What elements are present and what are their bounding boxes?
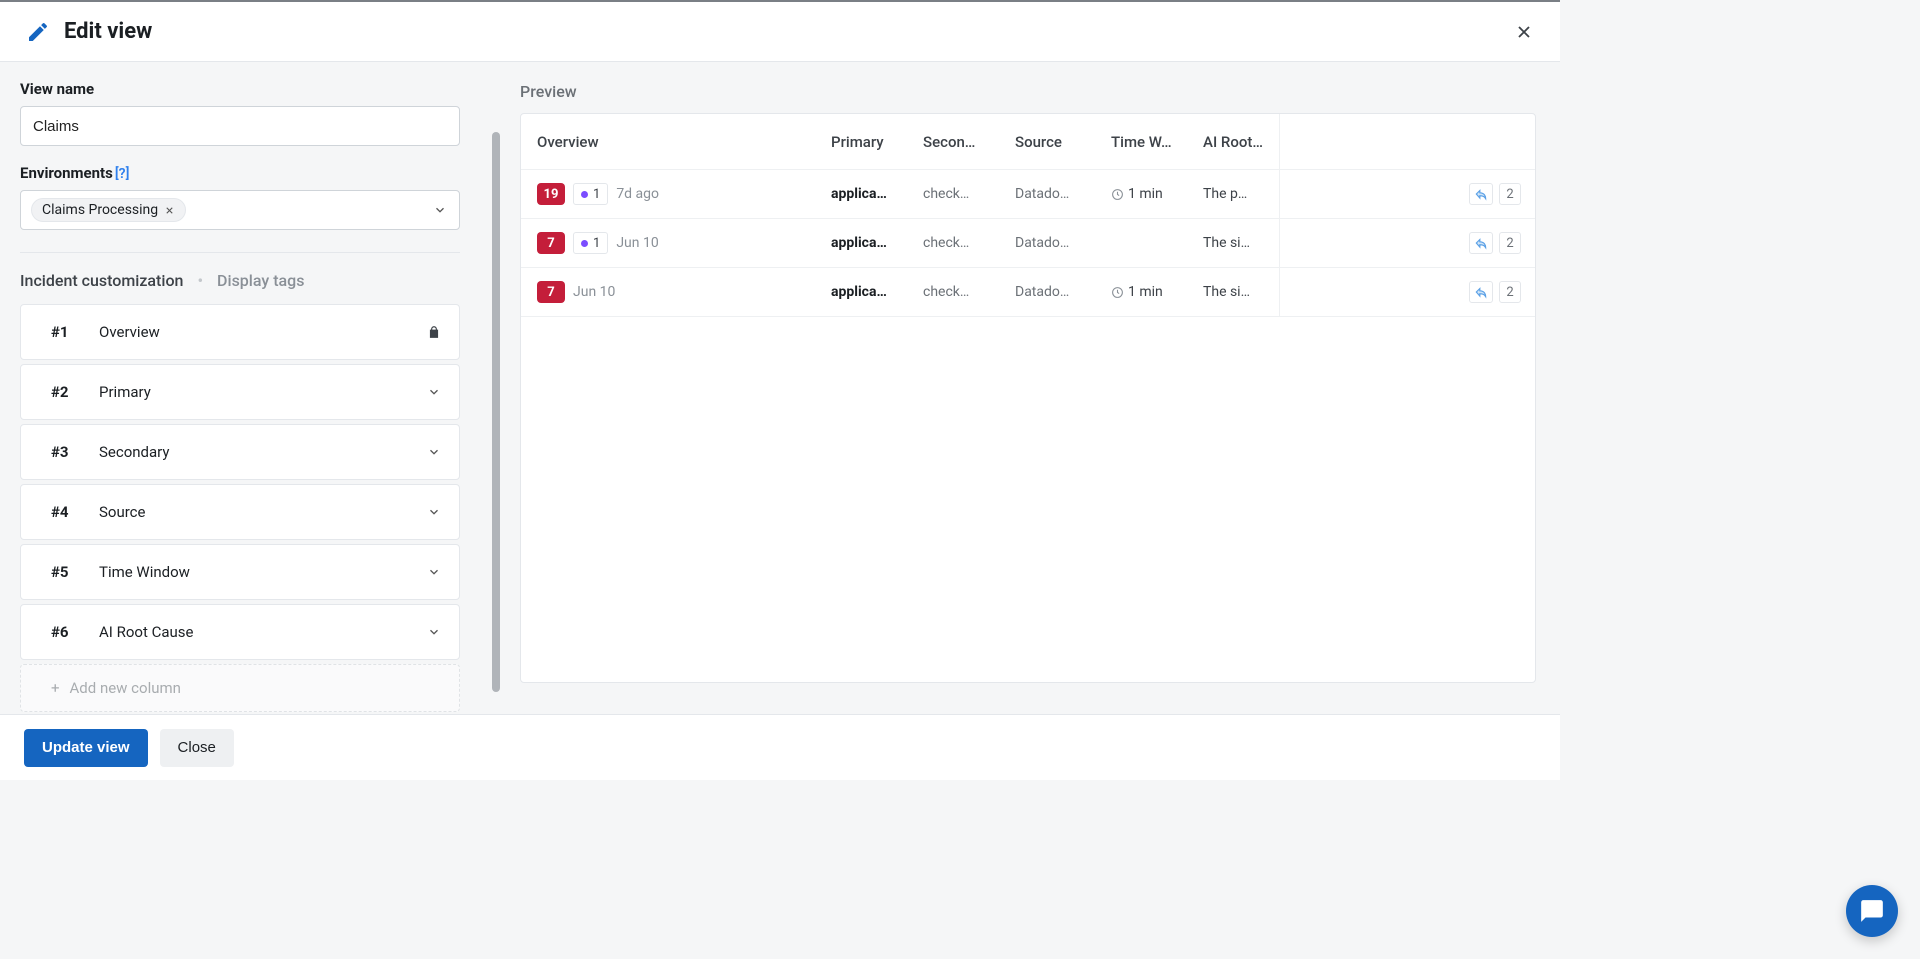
help-icon[interactable]: [?]	[115, 166, 130, 182]
relative-time: Jun 10	[573, 284, 615, 300]
share-button[interactable]	[1469, 232, 1493, 254]
clock-icon	[1111, 188, 1124, 201]
tab-incident-customization[interactable]: Incident customization	[20, 271, 183, 290]
environments-label: Environments[?]	[20, 164, 480, 182]
chevron-down-icon	[427, 385, 441, 399]
update-view-button[interactable]: Update view	[24, 729, 148, 767]
view-name-label: View name	[20, 80, 480, 98]
cell-overview: 19 1 7d ago	[521, 183, 821, 205]
environments-select[interactable]: Claims Processing	[20, 190, 460, 230]
relative-time: Jun 10	[616, 235, 658, 251]
left-config-panel: View name Environments[?] Claims Process…	[0, 62, 500, 714]
tab-display-tags[interactable]: Display tags	[217, 271, 304, 290]
column-card[interactable]: #3Secondary	[20, 424, 460, 480]
chevron-down-icon	[433, 203, 447, 217]
column-index: #3	[51, 443, 99, 461]
column-name: Overview	[99, 323, 427, 341]
environment-chip: Claims Processing	[31, 198, 186, 222]
cell-actions: 2	[1279, 170, 1535, 218]
cell-rootcause: The si…	[1193, 284, 1279, 300]
cell-secondary: check…	[913, 235, 1005, 251]
chevron-down-icon	[427, 445, 441, 459]
dialog-title: Edit view	[64, 19, 152, 44]
sub-count-badge: 1	[573, 232, 608, 254]
customization-tabs: Incident customization • Display tags	[20, 271, 480, 290]
table-row[interactable]: 19 1 7d ago applica…check…Datado…1 minThe p…	[521, 170, 1535, 219]
columns-list: #1Overview#2Primary#3Secondary#4Source#5…	[20, 304, 480, 660]
cell-primary: applica…	[821, 235, 913, 251]
cell-timewindow: 1 min	[1101, 284, 1193, 300]
relative-time: 7d ago	[616, 186, 659, 202]
divider	[20, 252, 460, 253]
th-timewindow[interactable]: Time W…	[1101, 133, 1193, 151]
dialog-footer: Update view Close	[0, 714, 1560, 780]
edit-icon	[26, 20, 50, 44]
cell-rootcause: The si…	[1193, 235, 1279, 251]
count-badge: 7	[537, 281, 565, 303]
table-row[interactable]: 71 Jun 10 applica…check…Datado… The si… 2	[521, 219, 1535, 268]
close-icon[interactable]	[1514, 22, 1534, 42]
column-name: Primary	[99, 383, 427, 401]
cell-source: Datado…	[1005, 235, 1101, 251]
add-column-button[interactable]: +Add new column	[20, 664, 460, 712]
dialog-header: Edit view	[0, 2, 1560, 62]
th-rootcause[interactable]: AI Root…	[1193, 133, 1279, 151]
chevron-down-icon	[427, 505, 441, 519]
chevron-down-icon	[427, 625, 441, 639]
column-index: #1	[51, 323, 99, 341]
column-card[interactable]: #2Primary	[20, 364, 460, 420]
cell-secondary: check…	[913, 186, 1005, 202]
share-button[interactable]	[1469, 281, 1493, 303]
th-overview[interactable]: Overview	[521, 133, 821, 151]
count-badge: 19	[537, 183, 565, 205]
share-count: 2	[1499, 281, 1521, 303]
close-button[interactable]: Close	[160, 729, 234, 767]
cell-actions: 2	[1279, 268, 1535, 316]
chat-fab[interactable]	[1846, 885, 1898, 937]
share-count: 2	[1499, 183, 1521, 205]
chevron-down-icon	[427, 565, 441, 579]
preview-label: Preview	[520, 82, 1536, 101]
th-source[interactable]: Source	[1005, 133, 1101, 151]
cell-actions: 2	[1279, 219, 1535, 267]
table-header: Overview Primary Secon… Source Time W… A…	[521, 114, 1535, 170]
cell-source: Datado…	[1005, 186, 1101, 202]
th-actions	[1279, 114, 1535, 169]
clock-icon	[1111, 286, 1124, 299]
column-index: #6	[51, 623, 99, 641]
sub-count-badge: 1	[573, 183, 608, 205]
table-row[interactable]: 7 Jun 10 applica…check…Datado…1 minThe si……	[521, 268, 1535, 317]
column-index: #5	[51, 563, 99, 581]
column-name: Time Window	[99, 563, 427, 581]
cell-rootcause: The p…	[1193, 186, 1279, 202]
column-name: Source	[99, 503, 427, 521]
count-badge: 7	[537, 232, 565, 254]
th-secondary[interactable]: Secon…	[913, 133, 1005, 151]
share-count: 2	[1499, 232, 1521, 254]
column-card[interactable]: #6AI Root Cause	[20, 604, 460, 660]
view-name-input[interactable]	[20, 106, 460, 146]
lock-icon	[427, 325, 441, 339]
cell-overview: 7 Jun 10	[521, 281, 821, 303]
preview-table: Overview Primary Secon… Source Time W… A…	[520, 113, 1536, 683]
scrollbar[interactable]	[492, 132, 500, 692]
cell-timewindow: 1 min	[1101, 186, 1193, 202]
chip-remove-icon[interactable]	[164, 205, 175, 216]
column-name: Secondary	[99, 443, 427, 461]
column-card[interactable]: #1Overview	[20, 304, 460, 360]
cell-primary: applica…	[821, 186, 913, 202]
column-index: #4	[51, 503, 99, 521]
column-card[interactable]: #5Time Window	[20, 544, 460, 600]
column-index: #2	[51, 383, 99, 401]
cell-overview: 71 Jun 10	[521, 232, 821, 254]
preview-panel: Preview Overview Primary Secon… Source T…	[500, 62, 1560, 714]
cell-source: Datado…	[1005, 284, 1101, 300]
column-name: AI Root Cause	[99, 623, 427, 641]
th-primary[interactable]: Primary	[821, 133, 913, 151]
column-card[interactable]: #4Source	[20, 484, 460, 540]
cell-secondary: check…	[913, 284, 1005, 300]
share-button[interactable]	[1469, 183, 1493, 205]
cell-primary: applica…	[821, 284, 913, 300]
